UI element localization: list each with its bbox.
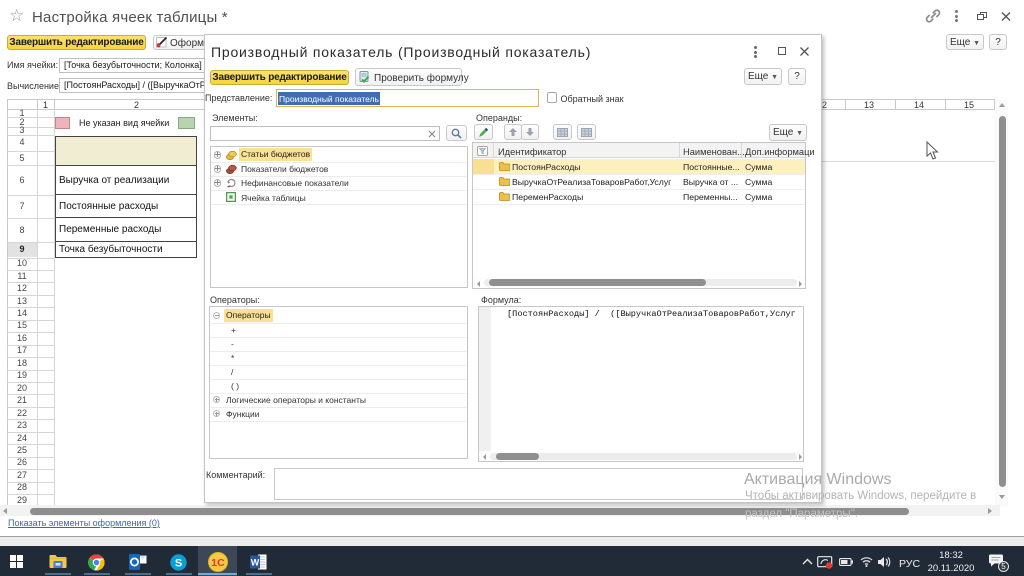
svg-text:S: S bbox=[175, 558, 182, 570]
svg-text:W: W bbox=[251, 558, 260, 568]
svg-text:1С: 1С bbox=[211, 557, 225, 569]
